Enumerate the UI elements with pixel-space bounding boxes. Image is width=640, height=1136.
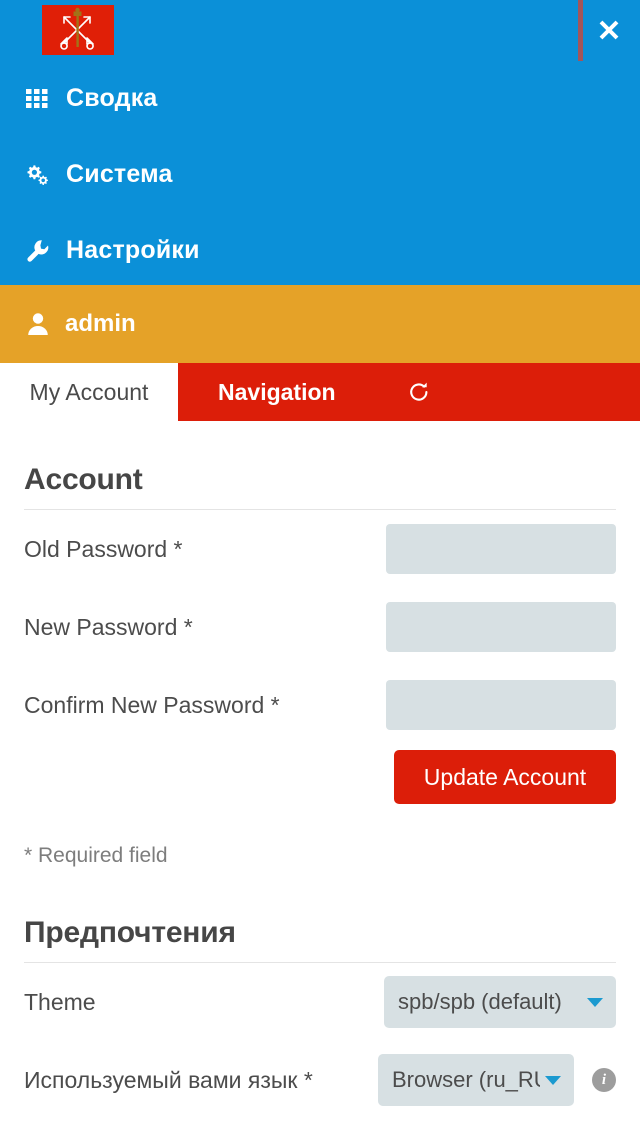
refresh-icon[interactable] <box>406 379 432 405</box>
tab-bar: My Account Navigation <box>0 363 640 421</box>
language-select-wrap: Browser (ru_RU) i <box>378 1054 616 1106</box>
tab-navigation[interactable]: Navigation <box>178 363 640 421</box>
update-account-button[interactable]: Update Account <box>394 750 616 804</box>
chevron-down-icon <box>584 995 606 1009</box>
close-icon <box>599 20 619 40</box>
navigation-panel: Сводка Система Настройки <box>0 0 640 285</box>
user-bar[interactable]: admin <box>0 285 640 363</box>
theme-select-wrap: spb/spb (default) <box>384 976 616 1028</box>
form-row-old-password: Old Password * <box>24 510 616 588</box>
old-password-input[interactable] <box>386 524 616 574</box>
preferences-section-title: Предпочтения <box>24 874 616 963</box>
user-icon <box>25 310 51 338</box>
confirm-new-password-label: Confirm New Password * <box>24 691 280 718</box>
language-label: Используемый вами язык * <box>24 1066 313 1093</box>
nav-scrollbar[interactable] <box>578 0 583 61</box>
sidebar-item-summary[interactable]: Сводка <box>0 60 640 136</box>
language-select[interactable]: Browser (ru_RU) <box>378 1054 574 1106</box>
app-root: Сводка Система Настройки admin My Accoun… <box>0 0 640 1136</box>
sidebar-item-label: Сводка <box>66 83 158 112</box>
sidebar-item-system[interactable]: Система <box>0 136 640 212</box>
sidebar-item-label: Система <box>66 159 173 188</box>
language-selected-value: Browser (ru_RU) <box>392 1067 540 1092</box>
form-row-new-password: New Password * <box>24 588 616 666</box>
required-field-note: * Required field <box>24 844 168 867</box>
confirm-new-password-input[interactable] <box>386 680 616 730</box>
tab-my-account-label: My Account <box>29 378 149 405</box>
new-password-input[interactable] <box>386 602 616 652</box>
chevron-down-icon <box>542 1073 564 1087</box>
info-icon[interactable]: i <box>592 1068 616 1092</box>
cogs-icon <box>22 159 52 189</box>
form-row-theme: Theme spb/spb (default) <box>24 963 616 1041</box>
submit-row: Update Account <box>24 744 616 810</box>
theme-select[interactable]: spb/spb (default) <box>384 976 616 1028</box>
tab-navigation-label: Navigation <box>218 378 336 405</box>
form-row-language: Используемый вами язык * Browser (ru_RU)… <box>24 1041 616 1119</box>
tab-my-account[interactable]: My Account <box>0 363 178 421</box>
username-label: admin <box>65 310 136 337</box>
main-content: Account Old Password * New Password * Co… <box>0 421 640 1119</box>
close-button[interactable] <box>592 13 626 47</box>
old-password-label: Old Password * <box>24 535 183 562</box>
spb-coat-of-arms-icon <box>42 5 114 55</box>
grid-icon <box>22 83 52 113</box>
logo[interactable] <box>42 5 114 55</box>
theme-selected-value: spb/spb (default) <box>398 989 562 1014</box>
form-row-confirm-new-password: Confirm New Password * <box>24 666 616 744</box>
sidebar-item-settings[interactable]: Настройки <box>0 212 640 288</box>
wrench-icon <box>22 235 52 265</box>
theme-label: Theme <box>24 988 96 1015</box>
account-section-title: Account <box>24 421 616 510</box>
sidebar-item-label: Настройки <box>66 235 200 264</box>
new-password-label: New Password * <box>24 613 193 640</box>
